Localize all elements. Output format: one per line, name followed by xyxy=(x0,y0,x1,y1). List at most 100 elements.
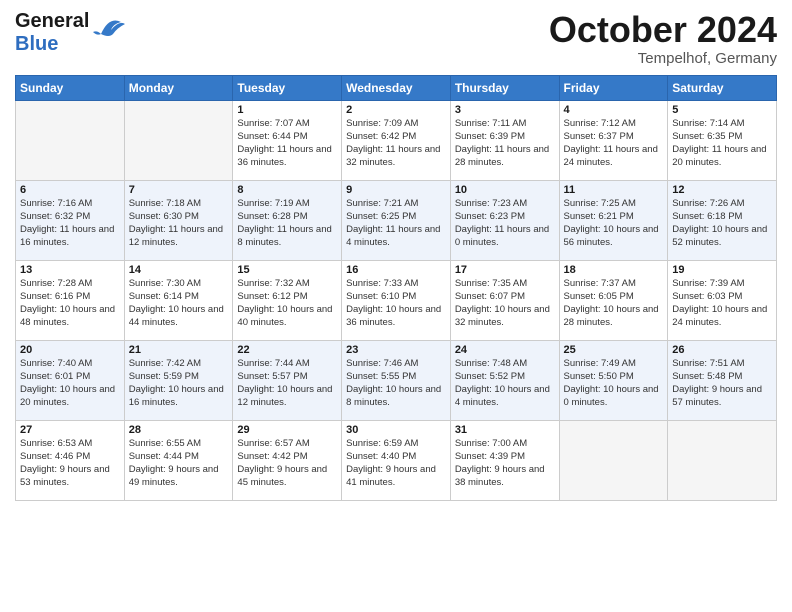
calendar-cell: 17Sunrise: 7:35 AM Sunset: 6:07 PM Dayli… xyxy=(450,260,559,340)
day-info: Sunrise: 7:39 AM Sunset: 6:03 PM Dayligh… xyxy=(672,277,772,330)
day-info: Sunrise: 7:42 AM Sunset: 5:59 PM Dayligh… xyxy=(129,357,229,410)
logo-bird-icon xyxy=(91,14,127,44)
day-info: Sunrise: 7:21 AM Sunset: 6:25 PM Dayligh… xyxy=(346,197,446,250)
day-number: 25 xyxy=(564,344,664,356)
calendar-cell: 4Sunrise: 7:12 AM Sunset: 6:37 PM Daylig… xyxy=(559,100,668,180)
calendar-cell: 10Sunrise: 7:23 AM Sunset: 6:23 PM Dayli… xyxy=(450,180,559,260)
col-wednesday: Wednesday xyxy=(342,75,451,100)
logo-blue: Blue xyxy=(15,33,58,55)
page: General Blue October 2024 Tempelhof, Ger… xyxy=(0,0,792,612)
day-number: 11 xyxy=(564,184,664,196)
calendar-cell: 1Sunrise: 7:07 AM Sunset: 6:44 PM Daylig… xyxy=(233,100,342,180)
calendar-cell: 23Sunrise: 7:46 AM Sunset: 5:55 PM Dayli… xyxy=(342,340,451,420)
col-thursday: Thursday xyxy=(450,75,559,100)
calendar-cell: 27Sunrise: 6:53 AM Sunset: 4:46 PM Dayli… xyxy=(16,420,125,500)
day-number: 9 xyxy=(346,184,446,196)
col-tuesday: Tuesday xyxy=(233,75,342,100)
week-row-4: 20Sunrise: 7:40 AM Sunset: 6:01 PM Dayli… xyxy=(16,340,777,420)
calendar-cell: 29Sunrise: 6:57 AM Sunset: 4:42 PM Dayli… xyxy=(233,420,342,500)
day-number: 10 xyxy=(455,184,555,196)
day-info: Sunrise: 7:48 AM Sunset: 5:52 PM Dayligh… xyxy=(455,357,555,410)
calendar-cell: 31Sunrise: 7:00 AM Sunset: 4:39 PM Dayli… xyxy=(450,420,559,500)
day-number: 1 xyxy=(237,104,337,116)
day-info: Sunrise: 7:11 AM Sunset: 6:39 PM Dayligh… xyxy=(455,117,555,170)
day-info: Sunrise: 7:32 AM Sunset: 6:12 PM Dayligh… xyxy=(237,277,337,330)
week-row-2: 6Sunrise: 7:16 AM Sunset: 6:32 PM Daylig… xyxy=(16,180,777,260)
day-info: Sunrise: 7:28 AM Sunset: 6:16 PM Dayligh… xyxy=(20,277,120,330)
day-info: Sunrise: 7:19 AM Sunset: 6:28 PM Dayligh… xyxy=(237,197,337,250)
week-row-1: 1Sunrise: 7:07 AM Sunset: 6:44 PM Daylig… xyxy=(16,100,777,180)
calendar-cell: 14Sunrise: 7:30 AM Sunset: 6:14 PM Dayli… xyxy=(124,260,233,340)
calendar-cell: 12Sunrise: 7:26 AM Sunset: 6:18 PM Dayli… xyxy=(668,180,777,260)
calendar-cell: 19Sunrise: 7:39 AM Sunset: 6:03 PM Dayli… xyxy=(668,260,777,340)
day-number: 19 xyxy=(672,264,772,276)
day-number: 28 xyxy=(129,424,229,436)
calendar-cell: 24Sunrise: 7:48 AM Sunset: 5:52 PM Dayli… xyxy=(450,340,559,420)
calendar-cell: 7Sunrise: 7:18 AM Sunset: 6:30 PM Daylig… xyxy=(124,180,233,260)
day-number: 16 xyxy=(346,264,446,276)
day-number: 20 xyxy=(20,344,120,356)
day-number: 4 xyxy=(564,104,664,116)
col-saturday: Saturday xyxy=(668,75,777,100)
day-info: Sunrise: 7:30 AM Sunset: 6:14 PM Dayligh… xyxy=(129,277,229,330)
day-number: 24 xyxy=(455,344,555,356)
day-number: 23 xyxy=(346,344,446,356)
col-monday: Monday xyxy=(124,75,233,100)
logo-general: General xyxy=(15,10,89,32)
day-number: 8 xyxy=(237,184,337,196)
day-number: 21 xyxy=(129,344,229,356)
day-number: 6 xyxy=(20,184,120,196)
calendar-cell xyxy=(16,100,125,180)
day-info: Sunrise: 7:16 AM Sunset: 6:32 PM Dayligh… xyxy=(20,197,120,250)
calendar-cell: 11Sunrise: 7:25 AM Sunset: 6:21 PM Dayli… xyxy=(559,180,668,260)
day-number: 29 xyxy=(237,424,337,436)
day-info: Sunrise: 7:12 AM Sunset: 6:37 PM Dayligh… xyxy=(564,117,664,170)
day-number: 31 xyxy=(455,424,555,436)
logo: General Blue xyxy=(15,10,127,56)
day-number: 7 xyxy=(129,184,229,196)
calendar-cell: 15Sunrise: 7:32 AM Sunset: 6:12 PM Dayli… xyxy=(233,260,342,340)
calendar-cell: 5Sunrise: 7:14 AM Sunset: 6:35 PM Daylig… xyxy=(668,100,777,180)
day-info: Sunrise: 7:26 AM Sunset: 6:18 PM Dayligh… xyxy=(672,197,772,250)
logo-text: General Blue xyxy=(15,10,89,56)
day-info: Sunrise: 7:51 AM Sunset: 5:48 PM Dayligh… xyxy=(672,357,772,410)
day-number: 2 xyxy=(346,104,446,116)
day-number: 18 xyxy=(564,264,664,276)
day-info: Sunrise: 7:14 AM Sunset: 6:35 PM Dayligh… xyxy=(672,117,772,170)
calendar-cell: 26Sunrise: 7:51 AM Sunset: 5:48 PM Dayli… xyxy=(668,340,777,420)
location: Tempelhof, Germany xyxy=(549,50,777,67)
calendar-cell: 22Sunrise: 7:44 AM Sunset: 5:57 PM Dayli… xyxy=(233,340,342,420)
calendar-cell xyxy=(124,100,233,180)
calendar-cell: 16Sunrise: 7:33 AM Sunset: 6:10 PM Dayli… xyxy=(342,260,451,340)
day-info: Sunrise: 7:46 AM Sunset: 5:55 PM Dayligh… xyxy=(346,357,446,410)
calendar-cell xyxy=(559,420,668,500)
day-info: Sunrise: 7:00 AM Sunset: 4:39 PM Dayligh… xyxy=(455,437,555,490)
day-info: Sunrise: 7:49 AM Sunset: 5:50 PM Dayligh… xyxy=(564,357,664,410)
header-row: Sunday Monday Tuesday Wednesday Thursday… xyxy=(16,75,777,100)
col-friday: Friday xyxy=(559,75,668,100)
header: General Blue October 2024 Tempelhof, Ger… xyxy=(15,10,777,67)
calendar-cell: 21Sunrise: 7:42 AM Sunset: 5:59 PM Dayli… xyxy=(124,340,233,420)
day-number: 12 xyxy=(672,184,772,196)
day-info: Sunrise: 7:09 AM Sunset: 6:42 PM Dayligh… xyxy=(346,117,446,170)
col-sunday: Sunday xyxy=(16,75,125,100)
title-area: October 2024 Tempelhof, Germany xyxy=(549,10,777,67)
day-number: 22 xyxy=(237,344,337,356)
month-title: October 2024 xyxy=(549,10,777,50)
day-info: Sunrise: 7:07 AM Sunset: 6:44 PM Dayligh… xyxy=(237,117,337,170)
calendar-cell: 18Sunrise: 7:37 AM Sunset: 6:05 PM Dayli… xyxy=(559,260,668,340)
day-info: Sunrise: 7:40 AM Sunset: 6:01 PM Dayligh… xyxy=(20,357,120,410)
day-number: 5 xyxy=(672,104,772,116)
calendar-cell: 3Sunrise: 7:11 AM Sunset: 6:39 PM Daylig… xyxy=(450,100,559,180)
day-number: 15 xyxy=(237,264,337,276)
day-number: 14 xyxy=(129,264,229,276)
day-number: 30 xyxy=(346,424,446,436)
day-info: Sunrise: 6:59 AM Sunset: 4:40 PM Dayligh… xyxy=(346,437,446,490)
calendar-cell: 25Sunrise: 7:49 AM Sunset: 5:50 PM Dayli… xyxy=(559,340,668,420)
day-info: Sunrise: 7:44 AM Sunset: 5:57 PM Dayligh… xyxy=(237,357,337,410)
calendar-cell: 20Sunrise: 7:40 AM Sunset: 6:01 PM Dayli… xyxy=(16,340,125,420)
day-info: Sunrise: 7:23 AM Sunset: 6:23 PM Dayligh… xyxy=(455,197,555,250)
day-info: Sunrise: 6:57 AM Sunset: 4:42 PM Dayligh… xyxy=(237,437,337,490)
day-info: Sunrise: 6:55 AM Sunset: 4:44 PM Dayligh… xyxy=(129,437,229,490)
calendar-cell: 2Sunrise: 7:09 AM Sunset: 6:42 PM Daylig… xyxy=(342,100,451,180)
